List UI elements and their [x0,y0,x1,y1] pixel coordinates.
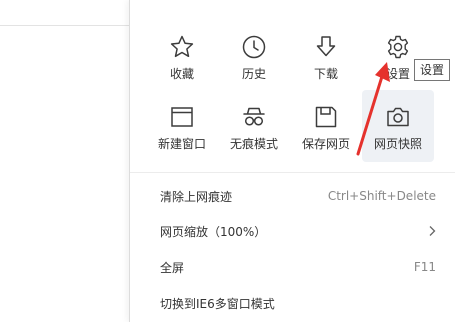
browser-window: 收藏 历史 下载 设置 新建窗口 无痕模式 保存网页 网页快照 清除上网痕迹 C… [0,0,455,322]
new-window-label: 新建窗口 [157,137,206,151]
browser-menu-panel: 收藏 历史 下载 设置 新建窗口 无痕模式 保存网页 网页快照 清除上网痕迹 C… [129,0,455,322]
save-page-button[interactable]: 保存网页 [290,94,362,162]
zoom-item[interactable]: 网页缩放（100%） [130,216,455,246]
settings-tooltip: 设置 [414,59,451,81]
chevron-right-icon [428,225,436,237]
favorites-button[interactable]: 收藏 [146,24,218,92]
history-label: 历史 [241,67,266,81]
history-button[interactable]: 历史 [218,24,290,92]
clear-history-label: 清除上网痕迹 [160,189,233,204]
clear-history-shortcut: Ctrl+Shift+Delete [327,189,436,203]
settings-label: 设置 [385,67,410,81]
gear-icon [383,32,413,62]
star-icon [167,32,197,62]
clock-icon [239,32,269,62]
clear-history-item[interactable]: 清除上网痕迹 Ctrl+Shift+Delete [130,181,455,211]
incognito-icon [239,102,269,132]
zoom-label: 网页缩放（100%） [160,224,267,239]
settings-button[interactable]: 设置 [362,24,434,92]
snapshot-button[interactable]: 网页快照 [362,90,434,162]
window-icon [167,102,197,132]
camera-icon [383,102,413,132]
menu-divider [130,172,455,173]
fullscreen-label: 全屏 [160,260,185,275]
incognito-label: 无痕模式 [229,137,278,151]
new-window-button[interactable]: 新建窗口 [146,94,218,162]
ie6-mode-item[interactable]: 切换到IE6多窗口模式 [130,288,455,318]
save-icon [311,102,341,132]
download-label: 下载 [313,67,338,81]
ie6-mode-label: 切换到IE6多窗口模式 [160,296,275,311]
snapshot-label: 网页快照 [373,137,422,151]
page-divider [0,25,131,26]
download-icon [311,32,341,62]
fullscreen-item[interactable]: 全屏 F11 [130,252,455,282]
favorites-label: 收藏 [169,67,194,81]
fullscreen-shortcut: F11 [413,260,436,274]
download-button[interactable]: 下载 [290,24,362,92]
incognito-button[interactable]: 无痕模式 [218,94,290,162]
save-page-label: 保存网页 [301,137,350,151]
